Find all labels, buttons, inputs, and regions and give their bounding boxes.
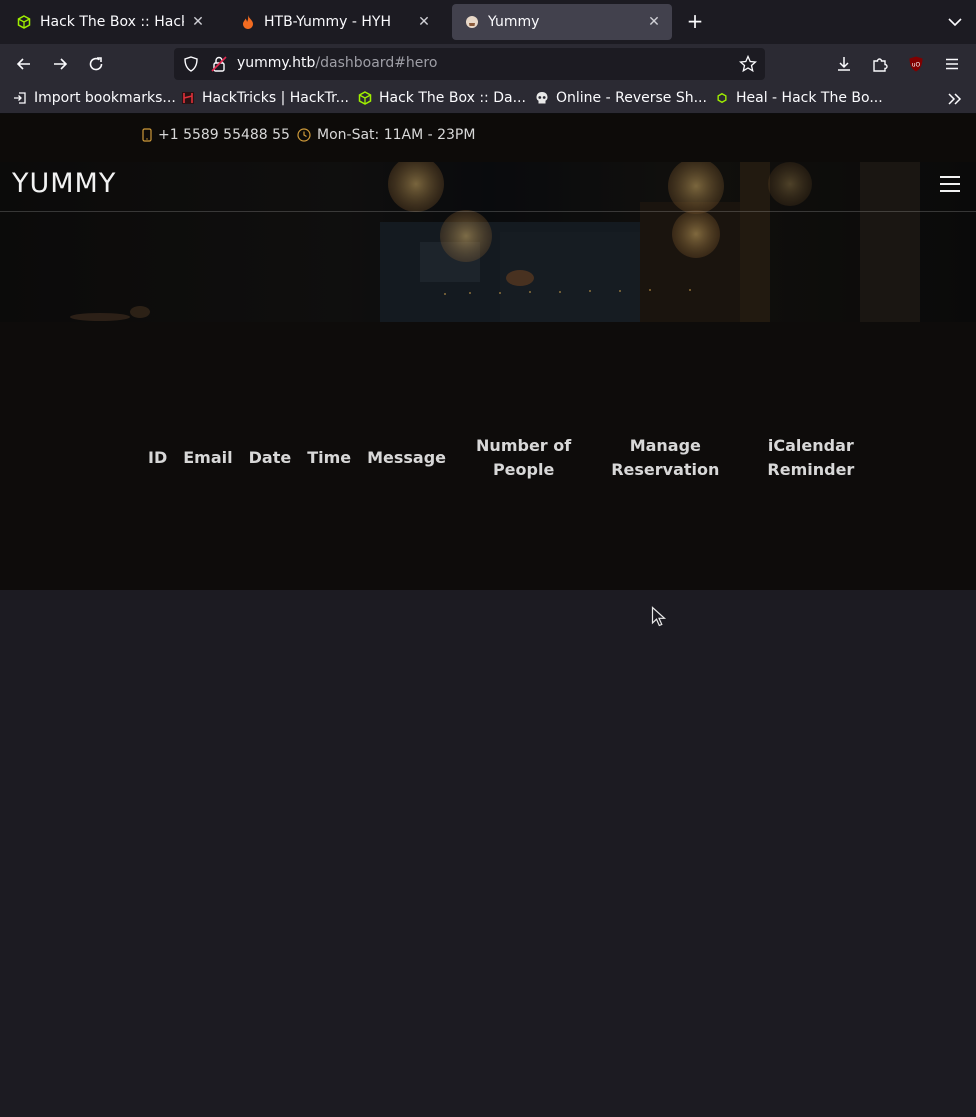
more-bookmarks-chevron-icon[interactable] — [946, 91, 964, 107]
menu-hamburger-icon[interactable] — [940, 52, 964, 76]
svg-text:uO: uO — [912, 62, 921, 69]
downloads-icon[interactable] — [832, 52, 856, 76]
phone-contact: +1 5589 55488 55 — [142, 127, 290, 143]
bookmark-import[interactable]: Import bookmarks... — [12, 90, 176, 106]
close-icon[interactable]: ✕ — [416, 14, 432, 30]
reload-icon[interactable] — [84, 52, 108, 76]
skull-icon — [534, 90, 550, 106]
bookmark-htb-dashboard[interactable]: Hack The Box :: Da... — [357, 90, 526, 106]
page-viewport: +1 5589 55488 55 Mon-Sat: 11AM - 23PM YU… — [0, 114, 976, 1117]
header-time: Time — [307, 448, 352, 467]
header-email: Email — [183, 448, 233, 467]
site-logo[interactable]: YUMMY — [12, 168, 116, 199]
insecure-lock-icon[interactable] — [210, 55, 228, 77]
url-text: yummy.htb/dashboard#hero — [237, 55, 438, 71]
close-icon[interactable]: ✕ — [190, 14, 206, 30]
reservations-section: ID Email Date Time Message Number of Peop… — [0, 322, 976, 590]
mouse-cursor-icon — [651, 606, 667, 628]
contact-topbar: +1 5589 55488 55 Mon-Sat: 11AM - 23PM — [0, 114, 976, 162]
site-header: YUMMY — [0, 162, 976, 212]
clock-icon — [297, 128, 311, 142]
close-icon[interactable]: ✕ — [646, 14, 662, 30]
extensions-puzzle-icon[interactable] — [868, 52, 892, 76]
reservations-table: ID Email Date Time Message Number of Peop… — [140, 434, 862, 482]
bookmark-hacktricks[interactable]: HackTricks | HackTr... — [180, 90, 349, 106]
tab-htb-yummy[interactable]: HTB-Yummy - HYH ✕ — [228, 4, 442, 40]
hours-text: Mon-Sat: 11AM - 23PM — [317, 127, 476, 143]
header-manage-reservation: Manage Reservation — [611, 436, 720, 479]
header-date: Date — [248, 448, 292, 467]
phone-icon — [142, 128, 152, 142]
tab-list-chevron-icon[interactable] — [945, 12, 965, 32]
header-id: ID — [148, 448, 168, 467]
hackthebox-cube-icon — [357, 90, 373, 106]
shield-icon[interactable] — [182, 55, 200, 77]
tab-title: Yummy — [488, 14, 540, 30]
hackthebox-cube-icon — [714, 90, 730, 106]
hacktricks-icon — [180, 90, 196, 106]
back-arrow-icon[interactable] — [12, 52, 36, 76]
ublock-origin-icon[interactable]: uO — [904, 52, 928, 76]
navigation-toolbar: yummy.htb/dashboard#hero uO — [0, 44, 976, 84]
chef-hat-icon — [464, 14, 480, 30]
header-number-of-people: Number of People — [476, 436, 572, 479]
new-tab-button[interactable]: + — [684, 9, 706, 33]
tab-bar: Hack The Box :: Hack Th ✕ HTB-Yummy - HY… — [0, 0, 976, 44]
mobile-menu-toggle-icon[interactable] — [938, 172, 962, 196]
header-message: Message — [367, 448, 447, 467]
tab-yummy[interactable]: Yummy ✕ — [452, 4, 672, 40]
tab-title: HTB-Yummy - HYH — [264, 14, 392, 30]
bookmark-heal-htb[interactable]: Heal - Hack The Bo... — [714, 90, 883, 106]
header-icalendar-reminder: iCalendar Reminder — [767, 436, 855, 479]
phone-number: +1 5589 55488 55 — [158, 127, 290, 143]
url-bar[interactable]: yummy.htb/dashboard#hero — [174, 48, 765, 80]
bookmarks-toolbar: Import bookmarks... HackTricks | HackTr.… — [0, 84, 976, 114]
tab-htb[interactable]: Hack The Box :: Hack Th ✕ — [4, 4, 216, 40]
table-header-row: ID Email Date Time Message Number of Peop… — [140, 434, 862, 482]
import-icon — [12, 90, 28, 106]
flame-icon — [240, 14, 256, 30]
bookmark-star-icon[interactable] — [738, 54, 758, 77]
opening-hours: Mon-Sat: 11AM - 23PM — [297, 127, 475, 143]
tab-title: Hack The Box :: Hack Th — [40, 14, 184, 30]
forward-arrow-icon[interactable] — [48, 52, 72, 76]
hackthebox-cube-icon — [16, 14, 32, 30]
bookmark-reverse-shell[interactable]: Online - Reverse Sh... — [534, 90, 707, 106]
